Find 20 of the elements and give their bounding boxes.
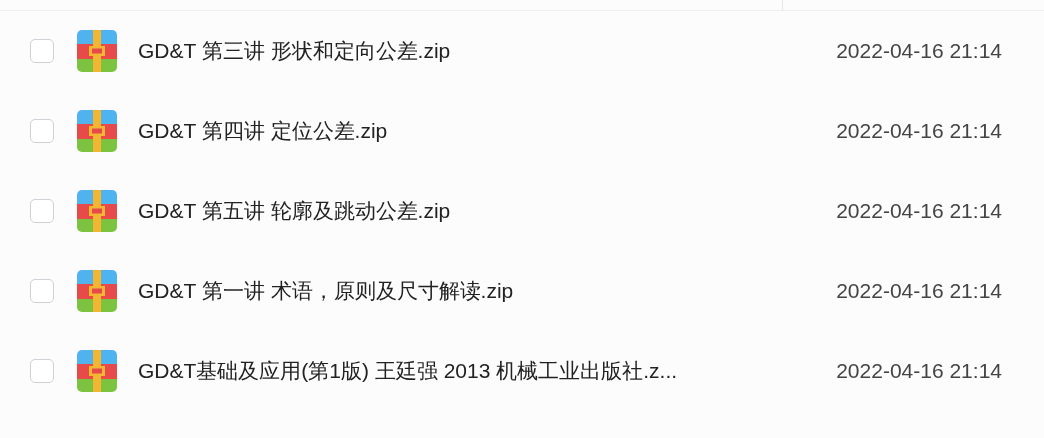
modified-date: 2022-04-16 21:14 xyxy=(836,359,1002,383)
archive-icon xyxy=(77,350,117,392)
file-name[interactable]: GD&T基础及应用(第1版) 王廷强 2013 机械工业出版社.z... xyxy=(138,357,837,385)
archive-icon xyxy=(77,30,117,72)
checkbox[interactable] xyxy=(30,279,54,303)
modified-date: 2022-04-16 21:14 xyxy=(836,39,1002,63)
modified-date: 2022-04-16 21:14 xyxy=(836,199,1002,223)
archive-icon xyxy=(77,110,117,152)
file-name[interactable]: GD&T 第三讲 形状和定向公差.zip xyxy=(138,37,837,65)
checkbox[interactable] xyxy=(30,39,54,63)
archive-icon xyxy=(77,270,117,312)
archive-icon xyxy=(77,190,117,232)
checkbox[interactable] xyxy=(30,359,54,383)
modified-date: 2022-04-16 21:14 xyxy=(836,119,1002,143)
checkbox[interactable] xyxy=(30,199,54,223)
file-name[interactable]: GD&T 第五讲 轮廓及跳动公差.zip xyxy=(138,197,837,225)
file-name[interactable]: GD&T 第四讲 定位公差.zip xyxy=(138,117,837,145)
modified-date: 2022-04-16 21:14 xyxy=(836,279,1002,303)
checkbox[interactable] xyxy=(30,119,54,143)
file-name[interactable]: GD&T 第一讲 术语，原则及尺寸解读.zip xyxy=(138,277,837,305)
